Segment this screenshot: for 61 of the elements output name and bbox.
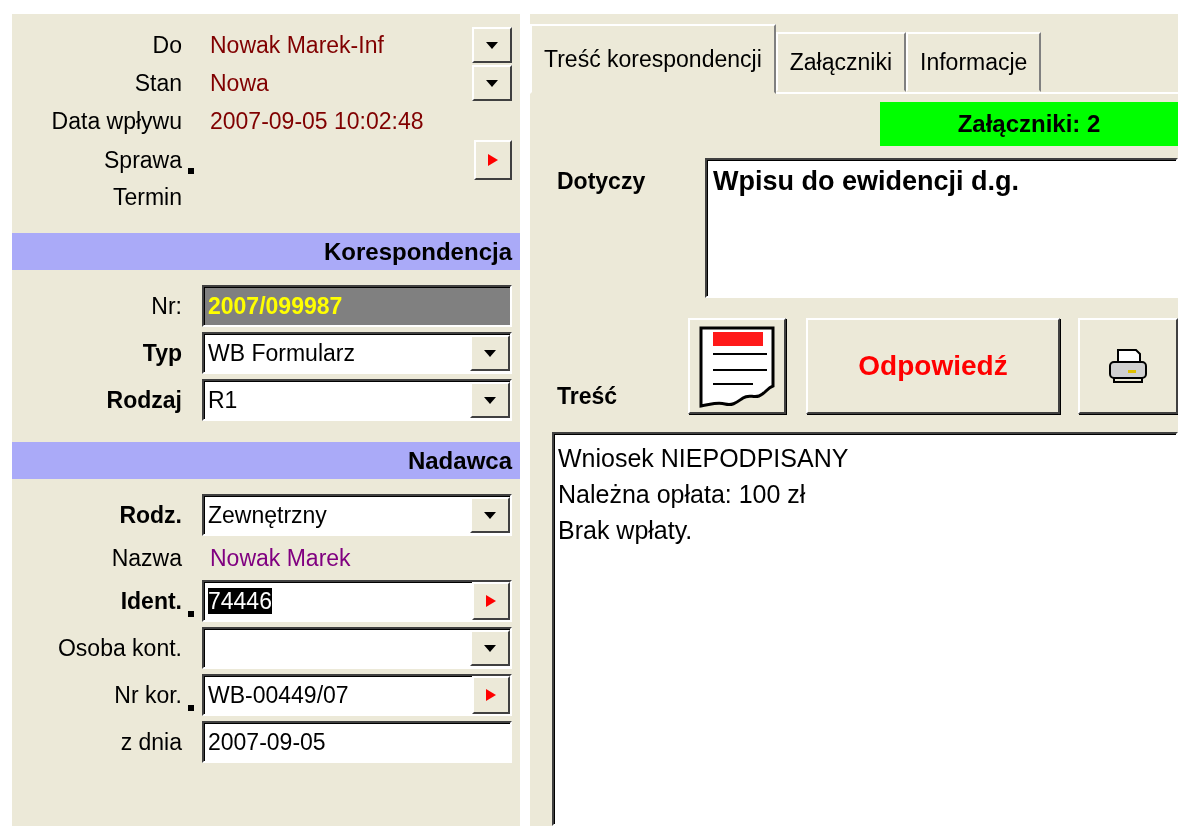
memo-note-icon: [697, 324, 777, 408]
input-field[interactable]: 74446: [202, 580, 512, 622]
play-arrow-icon: [488, 154, 498, 166]
dropdown-arrow-icon: [484, 511, 496, 519]
dropdown-arrow-icon: [484, 644, 496, 652]
dropdown-button[interactable]: [470, 497, 510, 533]
field-label: Sprawa: [103, 146, 182, 174]
combo-box[interactable]: R1: [202, 379, 512, 421]
subject-label: Dotyczy: [556, 167, 647, 196]
content-line: Brak wpłaty.: [558, 515, 694, 546]
dropdown-button[interactable]: [470, 382, 510, 418]
print-button[interactable]: [1078, 318, 1178, 414]
printer-icon: [1108, 348, 1148, 384]
field-label: z dnia: [119, 728, 182, 756]
play-arrow-icon: [486, 595, 496, 607]
combo-box[interactable]: WB Formularz: [202, 332, 512, 374]
field-label: Nr:: [150, 292, 182, 320]
field-label: Rodzaj: [105, 386, 182, 414]
field-label: Rodz.: [118, 501, 182, 529]
tab[interactable]: Treść korespondencji: [530, 24, 776, 94]
dropdown-button[interactable]: [472, 65, 512, 101]
memo-button[interactable]: [688, 318, 786, 414]
play-arrow-icon: [486, 689, 496, 701]
field-value: Nowa: [209, 69, 269, 97]
dropdown-button[interactable]: [472, 27, 512, 63]
content-line: Wniosek NIEPODPISANY: [558, 443, 850, 474]
field-label: Do: [151, 31, 182, 59]
input-field[interactable]: WB-00449/07: [202, 674, 512, 716]
field-label: Stan: [133, 69, 182, 97]
field-label: Osoba kont.: [56, 634, 182, 662]
dropdown-arrow-icon: [486, 41, 498, 49]
field-label: Termin: [112, 183, 182, 211]
field-value: Nowak Marek: [209, 544, 352, 572]
field-value: 2007-09-05 10:02:48: [209, 107, 424, 135]
field-label: Nazwa: [110, 544, 182, 572]
field-label: Data wpływu: [50, 107, 182, 135]
dropdown-arrow-icon: [484, 396, 496, 404]
dropdown-button[interactable]: [470, 630, 510, 666]
date-field[interactable]: 2007-09-05: [202, 721, 512, 763]
field-label: Ident.: [119, 587, 182, 615]
lookup-button[interactable]: [474, 140, 512, 180]
lookup-button[interactable]: [472, 582, 510, 620]
content-label: Treść: [556, 382, 619, 411]
combo-box[interactable]: [202, 627, 512, 669]
tab[interactable]: Informacje: [906, 32, 1042, 92]
section-title: Nadawca: [407, 446, 512, 475]
subject-field[interactable]: Wpisu do ewidencji d.g.: [705, 158, 1178, 298]
attachments-badge: Załączniki: 2: [880, 102, 1178, 146]
section-title: Korespondencja: [323, 237, 512, 266]
combo-box[interactable]: Zewnętrzny: [202, 494, 512, 536]
content-text-area[interactable]: Wniosek NIEPODPISANY Należna opłata: 100 zł Brak wpłaty.: [552, 432, 1178, 826]
number-field: 2007/099987: [202, 285, 512, 327]
lookup-button[interactable]: [472, 676, 510, 714]
dropdown-arrow-icon: [486, 79, 498, 87]
content-line: Należna opłata: 100 zł: [558, 479, 807, 510]
field-value: Nowak Marek-Inf: [209, 31, 384, 59]
field-label: Typ: [141, 339, 182, 367]
tab[interactable]: Załączniki: [775, 32, 906, 92]
dropdown-arrow-icon: [484, 349, 496, 357]
field-label: Nr kor.: [113, 681, 182, 709]
dropdown-button[interactable]: [470, 335, 510, 371]
